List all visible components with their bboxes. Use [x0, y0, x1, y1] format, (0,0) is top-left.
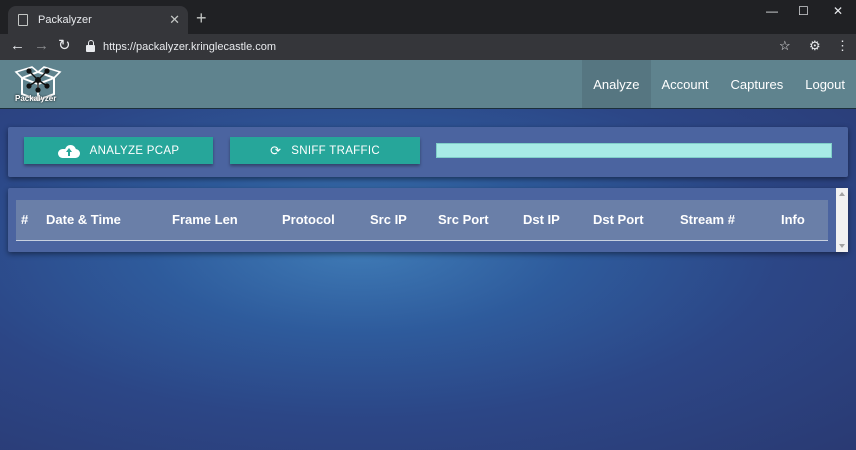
- table-scrollbar[interactable]: [836, 188, 848, 252]
- column-header-src-port[interactable]: Src Port: [438, 212, 489, 227]
- column-header-dst-port[interactable]: Dst Port: [593, 212, 644, 227]
- forward-arrow-icon[interactable]: →: [34, 37, 49, 55]
- packets-panel: # Date & Time Frame Len Protocol Src IP …: [8, 188, 848, 252]
- bookmark-star-icon[interactable]: ☆: [779, 38, 791, 54]
- maximize-button[interactable]: ☐: [798, 4, 809, 18]
- tab-close-icon[interactable]: ✕: [169, 12, 180, 28]
- column-header-dst-ip[interactable]: Dst IP: [523, 212, 560, 227]
- browser-menu-icon[interactable]: ⋮: [836, 38, 849, 54]
- column-header-info[interactable]: Info: [781, 212, 805, 227]
- progress-bar: [436, 143, 832, 158]
- reload-icon[interactable]: ↻: [58, 37, 71, 55]
- browser-toolbar: ← → ↻ https://packalyzer.kringlecastle.c…: [0, 34, 856, 60]
- back-arrow-icon[interactable]: ←: [10, 37, 25, 55]
- url-text[interactable]: https://packalyzer.kringlecastle.com: [103, 41, 276, 53]
- browser-tab[interactable]: Packalyzer ✕: [8, 6, 188, 34]
- lock-icon: [86, 40, 95, 52]
- browser-tabstrip: Packalyzer ✕ + — ☐ ✕: [0, 0, 856, 34]
- refresh-icon: ⟳: [270, 142, 282, 158]
- nav-analyze[interactable]: Analyze: [582, 60, 651, 108]
- scroll-up-arrow-icon[interactable]: [839, 192, 845, 196]
- column-header-stream[interactable]: Stream #: [680, 212, 735, 227]
- column-header-number[interactable]: #: [21, 212, 28, 227]
- tab-title: Packalyzer: [38, 14, 92, 26]
- app-navbar: Packalyzer Analyze Account Captures Logo…: [0, 60, 856, 109]
- sniff-traffic-label: SNIFF TRAFFIC: [291, 144, 380, 157]
- column-header-src-ip[interactable]: Src IP: [370, 212, 407, 227]
- column-header-datetime[interactable]: Date & Time: [46, 212, 121, 227]
- actions-panel: ANALYZE PCAP ⟳ SNIFF TRAFFIC: [8, 127, 848, 177]
- logo-text: Packalyzer: [15, 94, 57, 103]
- new-tab-button[interactable]: +: [196, 9, 207, 27]
- document-icon: [18, 14, 28, 26]
- main-nav: Analyze Account Captures Logout: [582, 60, 856, 108]
- column-header-frame-len[interactable]: Frame Len: [172, 212, 238, 227]
- cloud-upload-icon: [57, 144, 80, 158]
- close-window-button[interactable]: ✕: [833, 4, 843, 18]
- packets-table-header: # Date & Time Frame Len Protocol Src IP …: [16, 200, 828, 241]
- analyze-pcap-label: ANALYZE PCAP: [89, 144, 180, 157]
- scroll-down-arrow-icon[interactable]: [839, 244, 845, 248]
- nav-captures[interactable]: Captures: [719, 60, 794, 108]
- minimize-button[interactable]: —: [766, 4, 778, 18]
- column-header-protocol[interactable]: Protocol: [282, 212, 335, 227]
- extension-icon[interactable]: ⚙: [809, 38, 821, 54]
- analyze-pcap-button[interactable]: ANALYZE PCAP: [24, 137, 213, 164]
- sniff-traffic-button[interactable]: ⟳ SNIFF TRAFFIC: [230, 137, 420, 164]
- nav-account[interactable]: Account: [651, 60, 720, 108]
- page-background: Packalyzer Analyze Account Captures Logo…: [0, 60, 856, 450]
- address-bar[interactable]: https://packalyzer.kringlecastle.com: [82, 36, 802, 58]
- nav-logout[interactable]: Logout: [794, 60, 856, 108]
